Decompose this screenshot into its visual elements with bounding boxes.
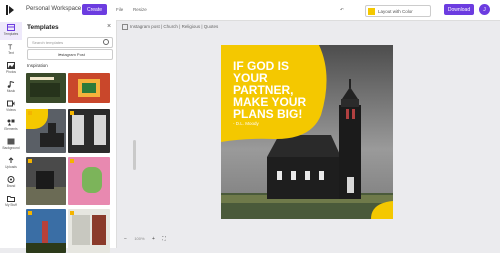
- search-icon: [103, 39, 109, 45]
- background-icon: [7, 138, 15, 145]
- search-placeholder: Search templates: [32, 40, 64, 45]
- tool-photos[interactable]: Photos: [0, 60, 22, 78]
- tool-brand[interactable]: Brand: [0, 174, 22, 192]
- undo-icon[interactable]: ↶: [340, 7, 344, 13]
- select-checkbox[interactable]: [122, 24, 128, 30]
- close-icon[interactable]: ×: [107, 23, 111, 30]
- panel-scrollbar[interactable]: [133, 140, 136, 170]
- text-icon: T: [8, 45, 13, 51]
- tool-templates[interactable]: Templates: [0, 22, 22, 40]
- tool-text[interactable]: T Text: [0, 41, 22, 59]
- uploads-icon: [8, 157, 14, 163]
- tool-label: My Stuff: [5, 203, 17, 207]
- tool-label: Templates: [3, 32, 19, 36]
- layout-color-dropdown[interactable]: Layout with Color: [365, 5, 431, 17]
- download-button[interactable]: Download: [444, 4, 474, 15]
- zoom-level[interactable]: 100%: [134, 236, 144, 241]
- elements-icon: [7, 119, 15, 126]
- template-thumbnail[interactable]: [68, 157, 110, 205]
- folder-icon: [7, 196, 15, 202]
- top-bar: Personal Workspace Create File Resize ↶ …: [0, 0, 500, 21]
- menu-file[interactable]: File: [116, 7, 123, 12]
- tool-label: Background: [2, 146, 20, 150]
- tool-my-stuff[interactable]: My Stuff: [0, 193, 22, 211]
- template-thumbnail[interactable]: [26, 73, 66, 103]
- template-thumbnail[interactable]: [26, 209, 66, 253]
- premium-star-icon: [28, 211, 32, 215]
- videos-icon: [7, 100, 15, 107]
- chevron-down-icon: ⌄: [58, 51, 63, 57]
- tool-label: Videos: [6, 108, 16, 112]
- avatar[interactable]: J: [479, 4, 490, 15]
- headline-line: PLANS BIG!: [233, 107, 303, 121]
- workspace-name[interactable]: Personal Workspace: [26, 6, 81, 12]
- tool-elements[interactable]: Elements: [0, 117, 22, 135]
- premium-star-icon: [28, 111, 32, 115]
- template-thumbnail[interactable]: [26, 157, 66, 205]
- tool-label: Music: [6, 89, 16, 93]
- tool-label: Elements: [4, 127, 18, 131]
- design-headline[interactable]: IF GOD IS YOUR PARTNER, MAKE YOUR PLANS …: [233, 60, 306, 120]
- tool-label: Brand: [6, 184, 16, 188]
- template-thumbnail[interactable]: [26, 109, 66, 153]
- premium-star-icon: [70, 211, 74, 215]
- format-select[interactable]: Instagram Post ⌄: [27, 49, 113, 60]
- tool-label: Photos: [6, 70, 16, 74]
- zoom-in-button[interactable]: +: [152, 236, 155, 242]
- tool-music[interactable]: Music: [0, 79, 22, 97]
- section-label: Inspiration: [27, 63, 48, 68]
- layout-label: Layout with Color: [378, 8, 413, 14]
- color-swatch-icon: [368, 7, 375, 15]
- premium-star-icon: [70, 159, 74, 163]
- svg-text:T: T: [8, 45, 13, 51]
- design-canvas[interactable]: IF GOD IS YOUR PARTNER, MAKE YOUR PLANS …: [221, 45, 393, 219]
- search-input[interactable]: Search templates: [27, 37, 113, 48]
- templates-panel: Templates × Search templates Instagram P…: [22, 20, 136, 253]
- zoom-out-button[interactable]: −: [124, 236, 127, 242]
- template-thumbnail[interactable]: [68, 209, 110, 253]
- music-icon: [7, 81, 15, 88]
- tool-label: Uploads: [5, 165, 17, 169]
- template-thumbnail[interactable]: [68, 109, 110, 153]
- breadcrumb-text[interactable]: Instagram post | Church | Religious | Qu…: [130, 24, 218, 29]
- tool-videos[interactable]: Videos: [0, 98, 22, 116]
- design-author[interactable]: - D.L. Moody: [233, 121, 259, 126]
- tool-label: Text: [8, 51, 14, 55]
- template-thumbnail[interactable]: [68, 73, 110, 103]
- tool-rail: Templates T Text Photos Music Videos Ele…: [0, 20, 23, 248]
- breadcrumb: Instagram post | Church | Religious | Qu…: [118, 22, 498, 32]
- fullscreen-icon[interactable]: ⛶: [162, 236, 166, 242]
- app-logo-icon[interactable]: [6, 5, 15, 15]
- zoom-controls: − 100% + ⛶: [124, 236, 166, 242]
- templates-icon: [7, 24, 15, 31]
- menu-resize[interactable]: Resize: [133, 7, 147, 12]
- photos-icon: [7, 62, 15, 69]
- brand-icon: [7, 176, 15, 183]
- premium-star-icon: [28, 159, 32, 163]
- create-button[interactable]: Create: [82, 4, 107, 15]
- tool-background[interactable]: Background: [0, 136, 22, 154]
- tool-uploads[interactable]: Uploads: [0, 155, 22, 173]
- panel-title: Templates: [27, 24, 59, 31]
- premium-star-icon: [70, 111, 74, 115]
